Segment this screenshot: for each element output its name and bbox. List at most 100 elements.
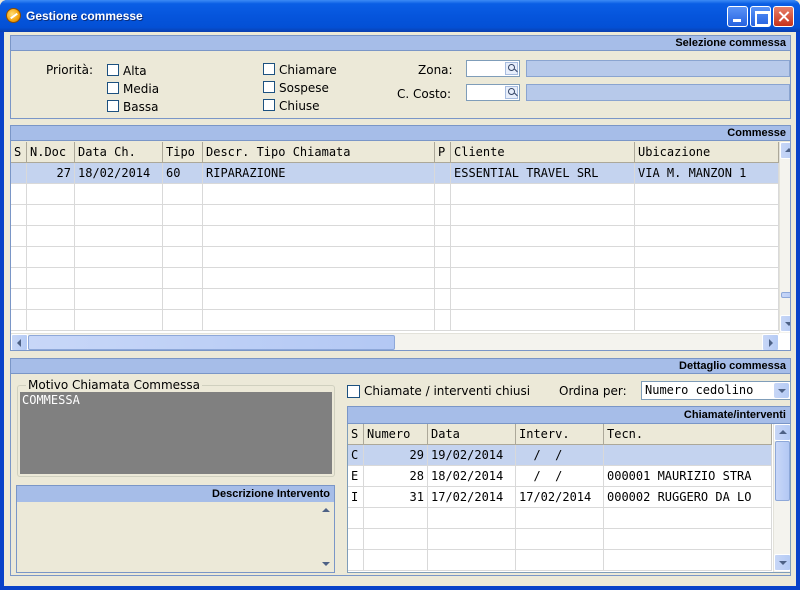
empty-cell <box>635 226 779 247</box>
col-header-data[interactable]: Data <box>428 424 516 445</box>
table-row[interactable]: C 29 19/02/2014 / / <box>348 445 772 466</box>
motivo-text[interactable]: COMMESSA <box>20 392 332 474</box>
empty-cell <box>435 205 451 226</box>
col-header-s[interactable]: S <box>348 424 364 445</box>
alta-checkbox[interactable] <box>107 64 119 76</box>
descr-scroll-down-icon[interactable] <box>317 555 334 572</box>
zona-label: Zona: <box>418 63 453 77</box>
empty-cell <box>435 247 451 268</box>
col-header-ubicazione[interactable]: Ubicazione <box>635 142 779 163</box>
scroll-down-icon[interactable] <box>780 315 790 332</box>
col-header-numero[interactable]: Numero <box>364 424 428 445</box>
ordina-select[interactable]: Numero cedolino <box>641 381 791 400</box>
col-header-interv[interactable]: Interv. <box>516 424 604 445</box>
empty-cell <box>635 184 779 205</box>
scroll-thumb[interactable] <box>775 441 790 501</box>
table-row[interactable]: 27 18/02/2014 60 RIPARAZIONE ESSENTIAL T… <box>11 163 779 184</box>
col-header-data[interactable]: Data Ch. <box>75 142 163 163</box>
empty-cell <box>203 268 435 289</box>
empty-cell <box>27 289 75 310</box>
chiuse-checkbox[interactable] <box>263 99 275 111</box>
empty-cell <box>27 226 75 247</box>
title-bar[interactable]: Gestione commesse <box>0 0 800 32</box>
col-header-descr[interactable]: Descr. Tipo Chiamata <box>203 142 435 163</box>
costo-input[interactable] <box>466 84 520 101</box>
scroll-right-icon[interactable] <box>762 334 779 350</box>
empty-cell <box>163 310 203 331</box>
col-header-ndoc[interactable]: N.Doc <box>27 142 75 163</box>
empty-cell <box>516 550 604 571</box>
empty-cell <box>203 247 435 268</box>
scroll-up-icon[interactable] <box>780 142 790 159</box>
cell-tecn: 000001 MAURIZIO STRA <box>604 466 772 487</box>
table-row[interactable]: E 28 18/02/2014 / / 000001 MAURIZIO STRA <box>348 466 772 487</box>
commesse-grid[interactable]: S N.Doc Data Ch. Tipo Descr. Tipo Chiama… <box>11 142 790 350</box>
scroll-up-icon[interactable] <box>774 424 790 441</box>
col-header-s[interactable]: S <box>11 142 27 163</box>
empty-cell <box>428 508 516 529</box>
col-header-tecn[interactable]: Tecn. <box>604 424 772 445</box>
close-button[interactable] <box>773 6 794 27</box>
zona-input[interactable] <box>466 60 520 77</box>
sospese-checkbox[interactable] <box>263 81 275 93</box>
motivo-groupbox: Motivo Chiamata Commessa COMMESSA <box>17 378 335 477</box>
commesse-horizontal-scrollbar[interactable] <box>11 333 779 350</box>
empty-cell <box>203 184 435 205</box>
empty-row <box>11 268 779 289</box>
zona-lookup-icon[interactable] <box>505 62 518 75</box>
col-header-p[interactable]: P <box>435 142 451 163</box>
scroll-down-icon[interactable] <box>774 554 790 571</box>
window-client-area: Selezione commessa Priorità: Alta Media … <box>4 32 796 586</box>
cell-numero: 31 <box>364 487 428 508</box>
table-row[interactable]: I 31 17/02/2014 17/02/2014 000002 RUGGER… <box>348 487 772 508</box>
maximize-button[interactable] <box>750 6 771 27</box>
cell-data: 18/02/2014 <box>428 466 516 487</box>
empty-cell <box>75 226 163 247</box>
scroll-thumb[interactable] <box>781 292 790 298</box>
empty-cell <box>27 247 75 268</box>
empty-cell <box>635 310 779 331</box>
chevron-down-icon[interactable] <box>774 383 789 398</box>
descr-scrollbar[interactable] <box>317 502 334 572</box>
empty-cell <box>11 268 27 289</box>
empty-cell <box>163 184 203 205</box>
commesse-vertical-scrollbar[interactable] <box>779 142 790 333</box>
empty-cell <box>435 268 451 289</box>
media-checkbox[interactable] <box>107 82 119 94</box>
empty-cell <box>348 550 364 571</box>
empty-cell <box>364 529 428 550</box>
cell-tecn <box>604 445 772 466</box>
empty-cell <box>604 529 772 550</box>
costo-lookup-icon[interactable] <box>505 86 518 99</box>
horizontal-scroll-thumb[interactable] <box>28 335 395 350</box>
empty-cell <box>203 289 435 310</box>
selezione-panel-header: Selezione commessa <box>11 36 790 51</box>
zona-description <box>526 60 790 77</box>
media-label: Media <box>123 82 160 96</box>
chiamare-checkbox[interactable] <box>263 63 275 75</box>
empty-cell <box>635 205 779 226</box>
empty-cell <box>203 310 435 331</box>
scroll-left-icon[interactable] <box>11 334 28 350</box>
cell-s: I <box>348 487 364 508</box>
cell-data: 17/02/2014 <box>428 487 516 508</box>
chiusi-checkbox[interactable] <box>347 385 360 398</box>
col-header-tipo[interactable]: Tipo <box>163 142 203 163</box>
bassa-checkbox[interactable] <box>107 100 119 112</box>
empty-cell <box>75 268 163 289</box>
empty-cell <box>27 310 75 331</box>
chiamate-grid[interactable]: S Numero Data Interv. Tecn. C 29 19/02/2… <box>347 424 791 573</box>
col-header-cliente[interactable]: Cliente <box>451 142 635 163</box>
descr-intervento-field[interactable] <box>16 502 335 573</box>
empty-cell <box>75 184 163 205</box>
empty-cell <box>75 289 163 310</box>
minimize-button[interactable] <box>727 6 748 27</box>
empty-cell <box>435 289 451 310</box>
chiamate-vertical-scrollbar[interactable] <box>773 424 790 572</box>
descr-scroll-up-icon[interactable] <box>317 502 334 519</box>
cell-cliente: ESSENTIAL TRAVEL SRL <box>451 163 635 184</box>
cell-ndoc: 27 <box>27 163 75 184</box>
empty-cell <box>451 247 635 268</box>
empty-cell <box>635 247 779 268</box>
sospese-label: Sospese <box>279 81 329 95</box>
